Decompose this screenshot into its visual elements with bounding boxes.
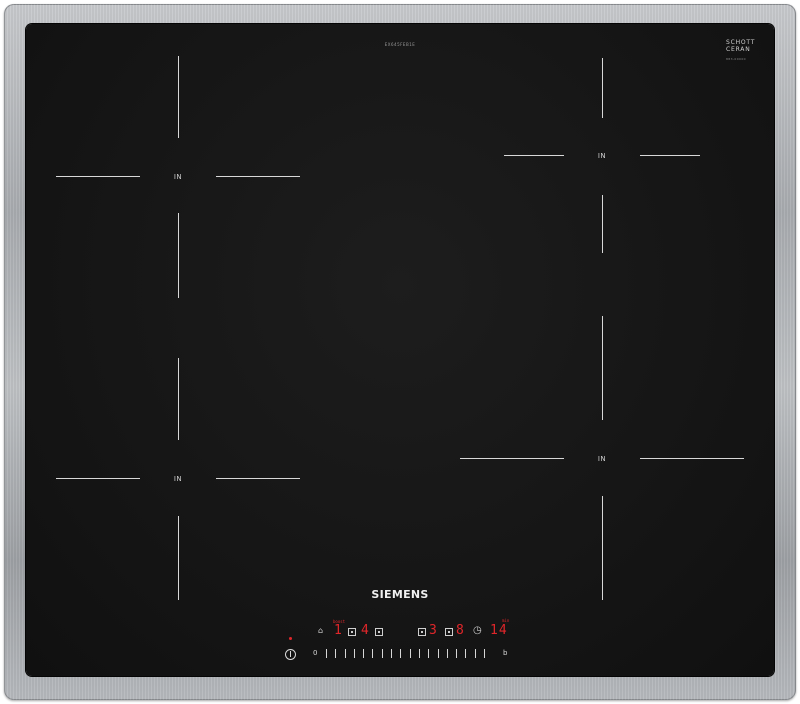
- zone-mark-bottom: [602, 195, 603, 253]
- zone-mark-right: [640, 155, 700, 156]
- clock-icon[interactable]: ◷: [473, 626, 482, 636]
- brand-logo: SIEMENS: [371, 588, 429, 601]
- slider-max-label: b: [503, 649, 508, 657]
- slider-tick: [372, 649, 374, 658]
- induction-label: IN: [173, 173, 183, 181]
- zone-mark-left: [504, 155, 564, 156]
- zone-mark-right: [216, 478, 300, 479]
- zone-1-select-icon[interactable]: [348, 628, 356, 636]
- slider-tick: [400, 649, 402, 658]
- zone-3-power-display: 3: [429, 623, 437, 638]
- zone-2-power-display: 4: [361, 623, 369, 638]
- slider-tick: [326, 649, 327, 658]
- zone-mark-bottom: [178, 516, 179, 600]
- zone-mark-right: [216, 176, 300, 177]
- slider-tick: [344, 649, 346, 658]
- slider-tick: [381, 649, 383, 658]
- zone-4-select-icon[interactable]: [445, 628, 453, 636]
- glass-serial: 883-00000: [726, 57, 746, 61]
- slider-tick: [474, 649, 476, 658]
- childlock-icon[interactable]: ⌂: [318, 627, 323, 635]
- slider-tick: [465, 649, 467, 658]
- slider-tick: [418, 649, 420, 658]
- slider-tick: [428, 649, 430, 658]
- schott-ceran-logo: SCHOTT CERAN 883-00000: [726, 39, 755, 63]
- slider-tick: [353, 649, 355, 658]
- model-code: EX645FEB1E: [384, 42, 416, 47]
- zone-mark-right: [640, 458, 744, 459]
- slider-tick: [409, 649, 411, 658]
- zone-mark-bottom: [178, 213, 179, 298]
- slider-tick: [391, 649, 393, 658]
- zone-mark-top: [602, 316, 603, 420]
- zone-2-select-icon[interactable]: [375, 628, 383, 636]
- ceramic-glass-surface: [26, 24, 774, 676]
- induction-label: IN: [597, 455, 607, 463]
- zone-mark-left: [56, 478, 140, 479]
- slider-tick: [363, 649, 365, 658]
- slider-tick: [437, 649, 439, 658]
- slider-min-label: 0: [313, 649, 318, 657]
- ceran-text: CERAN: [726, 46, 751, 53]
- power-indicator-icon: [289, 637, 292, 640]
- slider-tick: [446, 649, 448, 658]
- zone-1-power-display: 1: [334, 623, 342, 638]
- zone-3-select-icon[interactable]: [418, 628, 426, 636]
- slider-tick: [335, 649, 337, 658]
- zone-mark-top: [178, 56, 179, 138]
- zone-mark-top: [602, 58, 603, 118]
- zone-mark-left: [460, 458, 564, 459]
- induction-label: IN: [173, 475, 183, 483]
- zone-4-power-display: 8: [456, 623, 464, 638]
- induction-label: IN: [597, 152, 607, 160]
- zone-mark-bottom: [602, 496, 603, 600]
- slider-tick: [484, 649, 485, 658]
- zone-mark-top: [178, 358, 179, 440]
- zone-mark-left: [56, 176, 140, 177]
- schott-text: SCHOTT: [726, 39, 756, 46]
- slider-tick: [456, 649, 458, 658]
- power-button-icon[interactable]: [285, 649, 296, 660]
- timer-display: 14: [490, 623, 508, 638]
